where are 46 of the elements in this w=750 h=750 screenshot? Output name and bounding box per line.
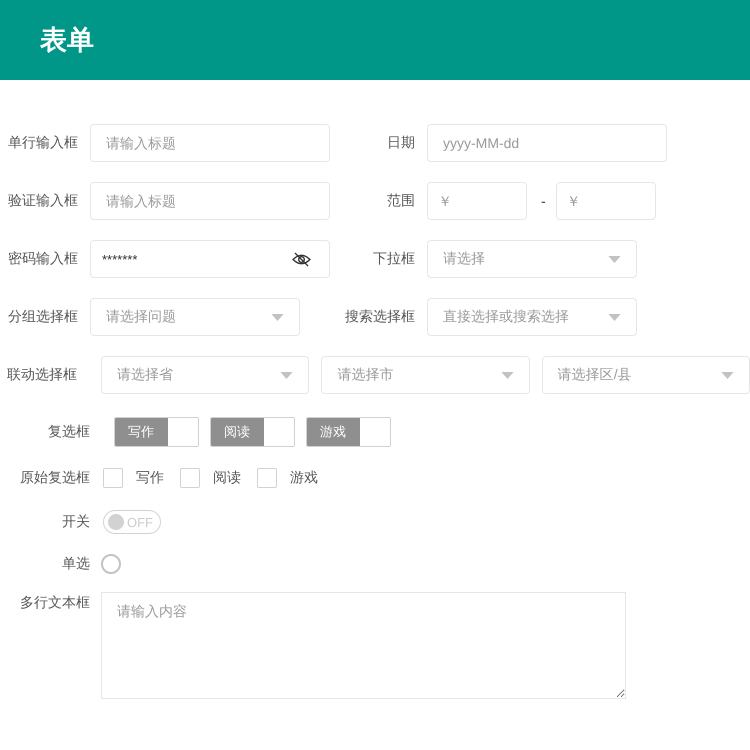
select-field[interactable]: 请选择市 — [321, 356, 530, 394]
checkbox[interactable] — [180, 468, 200, 488]
select-field[interactable]: 请选择 — [427, 240, 637, 278]
field-label: 搜索选择框 — [344, 308, 415, 326]
field-label: 范围 — [386, 192, 415, 210]
hidden-eye-icon[interactable] — [292, 252, 311, 266]
checkbox[interactable] — [257, 468, 277, 488]
input-field[interactable]: ￥ — [556, 182, 656, 220]
field-label: 单选 — [61, 555, 90, 573]
checkbox-tag[interactable]: 阅读 — [210, 417, 295, 447]
field-label: 验证输入框 — [7, 192, 78, 210]
field-label: 联动选择框 — [6, 366, 78, 384]
field-label: 原始复选框 — [19, 469, 90, 487]
range-separator: - — [541, 193, 546, 209]
field-label: 单行输入框 — [7, 134, 78, 152]
field-label: 多行文本框 — [19, 594, 90, 612]
field-label: 密码输入框 — [7, 250, 78, 268]
input-field[interactable]: 请输入标题 — [90, 182, 330, 220]
field-label: 复选框 — [47, 423, 90, 441]
field-label: 分组选择框 — [7, 308, 78, 326]
page-title: 表单 — [40, 24, 94, 57]
select-field[interactable]: 直接选择或搜索选择 — [427, 298, 637, 336]
checkbox-tag[interactable]: 游戏 — [306, 417, 391, 447]
checkbox-label: 游戏 — [290, 469, 318, 487]
checkbox-label: 写作 — [136, 469, 164, 487]
field-label: 开关 — [61, 513, 90, 531]
input-field[interactable]: yyyy-MM-dd — [427, 124, 667, 162]
field-label: 下拉框 — [372, 250, 415, 268]
checkbox-tag[interactable]: 写作 — [114, 417, 199, 447]
select-field[interactable]: 请选择省 — [101, 356, 310, 394]
field-label: 日期 — [386, 134, 415, 152]
caret-icon — [608, 314, 621, 320]
select-field[interactable]: 请选择区/县 — [542, 356, 750, 394]
radio-button[interactable] — [101, 554, 121, 574]
select-field[interactable]: 请选择问题 — [90, 298, 300, 336]
caret-icon — [280, 372, 294, 378]
password-field[interactable]: ******* — [90, 240, 330, 278]
input-field[interactable]: 请输入标题 — [90, 124, 330, 162]
text-area[interactable]: 请输入内容 — [101, 592, 626, 699]
caret-icon — [608, 256, 621, 262]
caret-icon — [720, 372, 734, 378]
caret-icon — [500, 372, 514, 378]
checkbox[interactable] — [103, 468, 123, 488]
input-field[interactable]: ￥ — [427, 182, 527, 220]
checkbox-label: 阅读 — [213, 469, 241, 487]
caret-icon — [271, 314, 284, 320]
